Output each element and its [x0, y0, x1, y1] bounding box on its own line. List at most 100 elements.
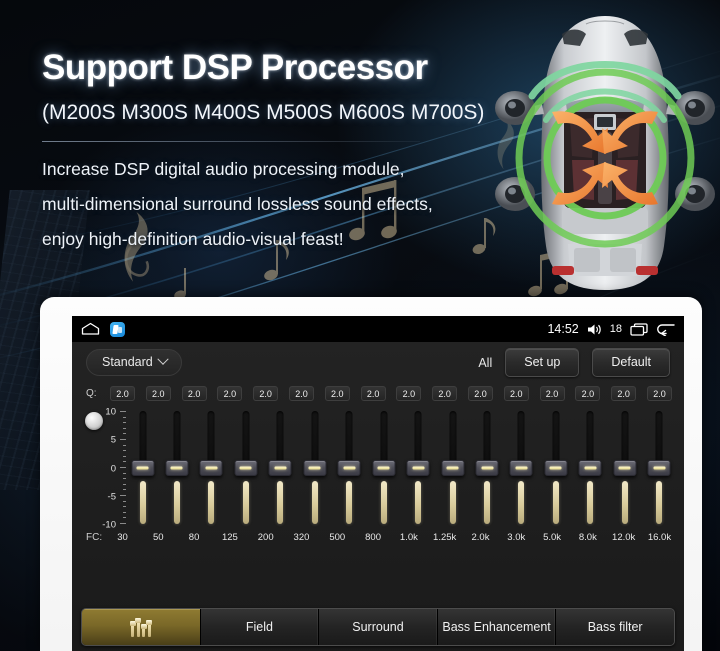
eq-band-fader[interactable]: [164, 407, 189, 529]
q-value-cell[interactable]: 2.0: [432, 386, 458, 401]
eq-band-fader[interactable]: [543, 407, 568, 529]
tab-bass-enhancement[interactable]: Bass Enhancement: [437, 609, 557, 645]
model-list-subtitle: (M200S M300S M400S M500S M600S M700S): [42, 101, 485, 124]
frequency-label: 1.0k: [399, 531, 418, 543]
scale-tick: [122, 489, 126, 491]
frequency-label: 2.0k: [471, 531, 490, 543]
setup-button[interactable]: Set up: [505, 348, 580, 377]
all-label[interactable]: All: [478, 356, 492, 370]
fader-track-filled: [380, 480, 387, 524]
home-icon[interactable]: [81, 322, 100, 336]
default-button[interactable]: Default: [592, 348, 670, 377]
q-value-cell[interactable]: 2.0: [575, 386, 601, 401]
fader-thumb[interactable]: [544, 459, 568, 476]
fader-thumb[interactable]: [406, 459, 430, 476]
eq-band-fader[interactable]: [406, 407, 431, 529]
eq-band-fader[interactable]: [268, 407, 293, 529]
q-value-cell[interactable]: 2.0: [324, 386, 350, 401]
q-value-cell[interactable]: 2.0: [145, 386, 171, 401]
eq-band-fader[interactable]: [612, 407, 637, 529]
car-audio-illustration: [490, 8, 720, 300]
scale-tick: [122, 478, 126, 480]
eq-band-fader[interactable]: [371, 407, 396, 529]
q-value-cell[interactable]: 2.0: [467, 386, 493, 401]
fader-thumb[interactable]: [441, 459, 465, 476]
scale-tick: [122, 433, 126, 435]
dsp-equalizer-panel: Standard All Set up Default Q: 2.0 2.0 2.0…: [72, 342, 684, 651]
scale-tick: [120, 523, 126, 524]
fader-track-filled: [242, 480, 249, 524]
fader-thumb[interactable]: [509, 459, 533, 476]
scale-tick: [122, 483, 126, 485]
scale-tick: [122, 427, 126, 429]
frequency-row: FC: 30 50 80 125 200 320 500 800 1.0k 1.25k 2.0k 3.…: [82, 526, 674, 548]
frequency-label: 3.0k: [507, 531, 526, 543]
frequency-label: 30: [117, 531, 128, 543]
q-value-cell[interactable]: 2.0: [539, 386, 565, 401]
eq-band-fader[interactable]: [337, 407, 362, 529]
fader-thumb[interactable]: [165, 459, 189, 476]
q-value-cell[interactable]: 2.0: [503, 386, 529, 401]
q-value-cell[interactable]: 2.0: [360, 386, 386, 401]
scale-ticks: [120, 411, 126, 524]
fader-track-filled: [621, 480, 628, 524]
scale-tick: [122, 422, 126, 424]
tab-label: Surround: [352, 620, 404, 634]
eq-band-fader[interactable]: [130, 407, 155, 529]
eq-band-fader[interactable]: [233, 407, 258, 529]
back-icon[interactable]: [656, 323, 675, 336]
q-value-cell[interactable]: 2.0: [110, 386, 135, 401]
fader-thumb[interactable]: [199, 459, 223, 476]
recents-icon[interactable]: [630, 322, 648, 336]
fader-track-filled: [208, 480, 215, 524]
q-value-cell[interactable]: 2.0: [253, 386, 279, 401]
eq-band-fader[interactable]: [509, 407, 534, 529]
eq-band-fader[interactable]: [302, 407, 327, 529]
q-value-list: 2.0 2.0 2.0 2.0 2.0 2.0 2.0 2.0 2.0 2.0 2.0 2.0 2.0 2…: [110, 386, 674, 401]
app-icon[interactable]: [110, 321, 125, 337]
q-value-cell[interactable]: 2.0: [646, 386, 672, 401]
fader-thumb[interactable]: [303, 459, 327, 476]
fader-thumb[interactable]: [131, 459, 154, 476]
fader-thumb[interactable]: [475, 459, 499, 476]
fader-thumb[interactable]: [613, 459, 637, 476]
fader-track-filled: [656, 480, 663, 524]
q-value-cell[interactable]: 2.0: [181, 386, 207, 401]
volume-level: 18: [609, 323, 622, 335]
frequency-label: 5.0k: [543, 531, 562, 543]
fader-track-filled: [311, 480, 318, 524]
q-value-cell[interactable]: 2.0: [611, 386, 637, 401]
equalizer-icon: [129, 617, 153, 637]
tab-bass-filter[interactable]: Bass filter: [556, 609, 674, 645]
fader-thumb[interactable]: [647, 459, 671, 476]
scale-tick: [122, 511, 126, 513]
eq-band-fader[interactable]: [578, 407, 603, 529]
fader-thumb[interactable]: [372, 459, 396, 476]
scale-tick: [122, 472, 126, 474]
tab-surround[interactable]: Surround: [319, 609, 438, 645]
q-value-cell[interactable]: 2.0: [396, 386, 422, 401]
volume-icon[interactable]: [587, 323, 602, 336]
eq-band-fader[interactable]: [475, 407, 500, 529]
eq-band-fader[interactable]: [647, 407, 672, 529]
fader-thumb[interactable]: [578, 459, 602, 476]
frequency-list: 30 50 80 125 200 320 500 800 1.0k 1.25k 2.0k 3.0k 5.…: [110, 532, 674, 543]
scale-tick: [120, 439, 126, 440]
tab-equalizer[interactable]: [82, 609, 201, 645]
fader-thumb[interactable]: [268, 459, 292, 476]
fader-track-filled: [484, 480, 491, 524]
scale-label: 5: [110, 434, 116, 446]
tab-field[interactable]: Field: [200, 609, 320, 645]
q-value-cell[interactable]: 2.0: [288, 386, 314, 401]
scale-tick: [122, 455, 126, 457]
fader-thumb[interactable]: [234, 459, 258, 476]
fader-list: [130, 407, 674, 526]
preset-dropdown[interactable]: Standard: [86, 349, 182, 376]
q-value-cell[interactable]: 2.0: [217, 386, 243, 401]
eq-band-fader[interactable]: [199, 407, 224, 529]
fader-track-filled: [346, 480, 353, 524]
eq-band-fader[interactable]: [440, 407, 465, 529]
frequency-label: 200: [257, 531, 274, 543]
fader-thumb[interactable]: [337, 459, 361, 476]
scale-tick: [122, 500, 126, 502]
